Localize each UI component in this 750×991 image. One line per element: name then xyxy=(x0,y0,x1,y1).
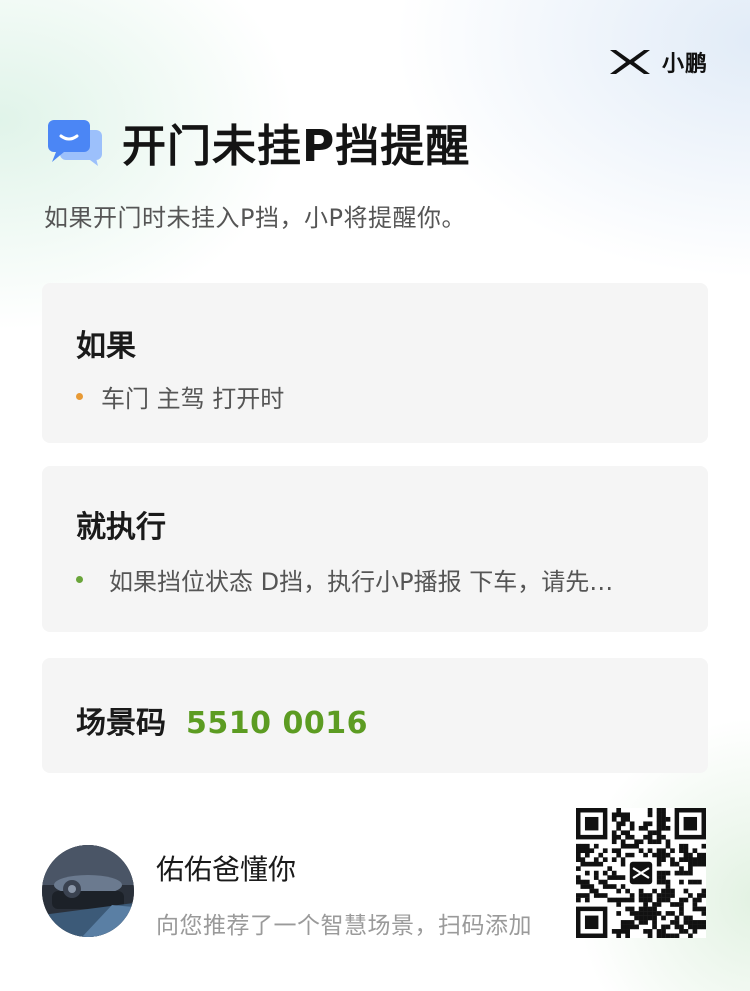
action-item-text: 如果挡位状态 D挡，执行小P播报 下车，请先… xyxy=(109,568,614,596)
xpeng-logo-icon xyxy=(609,50,650,74)
qr-code-icon xyxy=(576,808,706,938)
bullet-dot xyxy=(76,393,83,400)
brand: 小鹏 xyxy=(608,46,708,78)
condition-item-text: 车门 主驾 打开时 xyxy=(101,385,285,413)
avatar-image xyxy=(42,845,134,937)
qr-code[interactable] xyxy=(576,808,706,938)
title-row: 开门未挂P挡提醒 xyxy=(46,110,470,174)
scene-code-row: 场景码 5510 0016 xyxy=(76,698,368,742)
author-name: 佑佑爸懂你 xyxy=(156,853,297,886)
scene-code-label: 场景码 xyxy=(76,706,166,741)
condition-card[interactable]: 如果 车门 主驾 打开时 xyxy=(42,283,708,443)
condition-heading: 如果 xyxy=(76,329,136,364)
bullet-dot xyxy=(76,576,83,583)
share-message: 向您推荐了一个智慧场景，扫码添加 xyxy=(156,913,532,939)
scene-code-value[interactable]: 5510 0016 xyxy=(186,706,368,741)
condition-item: 车门 主驾 打开时 xyxy=(76,379,284,414)
avatar xyxy=(42,845,134,937)
chat-bubble-icon xyxy=(48,120,102,166)
page-title: 开门未挂P挡提醒 xyxy=(122,121,471,172)
brand-name: 小鹏 xyxy=(661,52,708,77)
action-card[interactable]: 就执行 如果挡位状态 D挡，执行小P播报 下车，请先… xyxy=(42,466,708,632)
page-subtitle: 如果开门时未挂入P挡，小P将提醒你。 xyxy=(44,204,466,232)
action-heading: 就执行 xyxy=(76,510,166,545)
action-item: 如果挡位状态 D挡，执行小P播报 下车，请先… xyxy=(76,562,613,597)
scene-code-card[interactable]: 场景码 5510 0016 xyxy=(42,658,708,773)
